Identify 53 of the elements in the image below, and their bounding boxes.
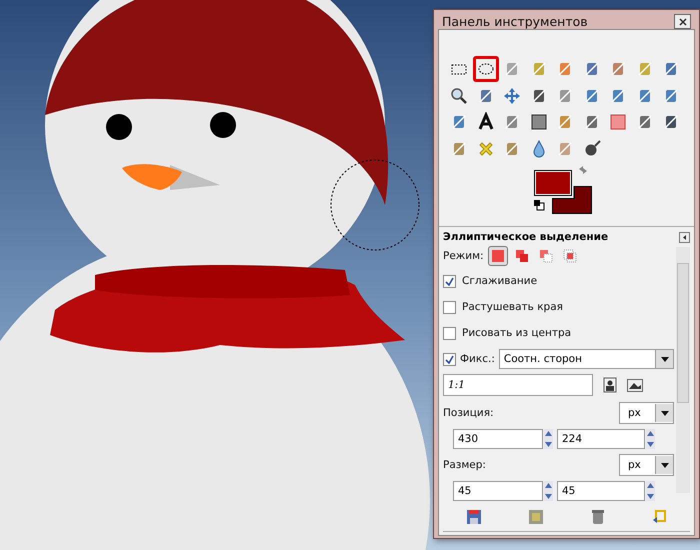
checkbox[interactable] [443,352,456,366]
collapse-icon[interactable] [679,232,690,242]
position-label: Позиция: [443,407,494,419]
mode-icon [562,248,577,262]
unit-dropdown[interactable]: px [619,454,674,476]
size-label: Размер: [443,459,486,471]
checkbox[interactable] [443,326,456,340]
caret-icon [660,356,668,362]
caret-icon [660,462,668,468]
checkbox[interactable] [443,274,456,288]
background-color-swatch[interactable] [552,186,592,214]
ratio-field[interactable]: 1:1 [443,374,593,396]
window-title: Панель инструментов [442,14,588,29]
restore-icon[interactable] [529,510,544,524]
checkbox-label: Рисовать из центра [462,327,572,339]
width-field[interactable]: 45 [453,481,543,501]
default-colors-icon[interactable] [534,200,545,211]
spin-buttons[interactable] [646,481,655,501]
close-button[interactable] [674,14,691,29]
close-icon [678,18,686,26]
mode-icon [538,248,553,262]
mode-icon [490,248,505,262]
checkbox-label: Фикс.: [460,353,495,365]
letter-a-icon [476,112,496,132]
trash-icon[interactable] [592,510,604,524]
position-x-field[interactable]: 430 [453,429,543,449]
scrollbar[interactable] [676,247,690,493]
position-y-field[interactable]: 224 [557,429,645,449]
options-title: Эллиптическое выделение [443,231,608,243]
landscape-icon[interactable] [627,378,643,392]
gradient-icon [528,112,548,132]
caret-icon [660,410,668,416]
mode-label: Режим: [443,250,484,262]
mode-icon [514,248,529,262]
checkbox-label: Сглаживание [462,275,538,287]
move-icon [502,86,522,106]
save-icon[interactable] [467,510,482,524]
magnifier-icon [449,86,469,106]
eraser-icon [608,112,628,132]
checkbox-label: Растушевать края [462,301,563,313]
spin-buttons[interactable] [544,481,553,501]
swap-arrows-icon[interactable] [577,164,589,176]
dropdown[interactable]: Соотн. сторон [498,349,674,369]
checkbox[interactable] [443,300,456,314]
height-field[interactable]: 45 [557,481,645,501]
spin-buttons[interactable] [544,429,553,449]
portrait-icon[interactable] [603,377,617,393]
reset-icon[interactable] [652,510,666,524]
tool-button[interactable] [472,56,498,82]
spin-buttons[interactable] [646,429,655,449]
unit-dropdown[interactable]: px [619,402,674,424]
foreground-color-swatch[interactable] [534,170,572,196]
mode-button[interactable] [488,246,508,266]
